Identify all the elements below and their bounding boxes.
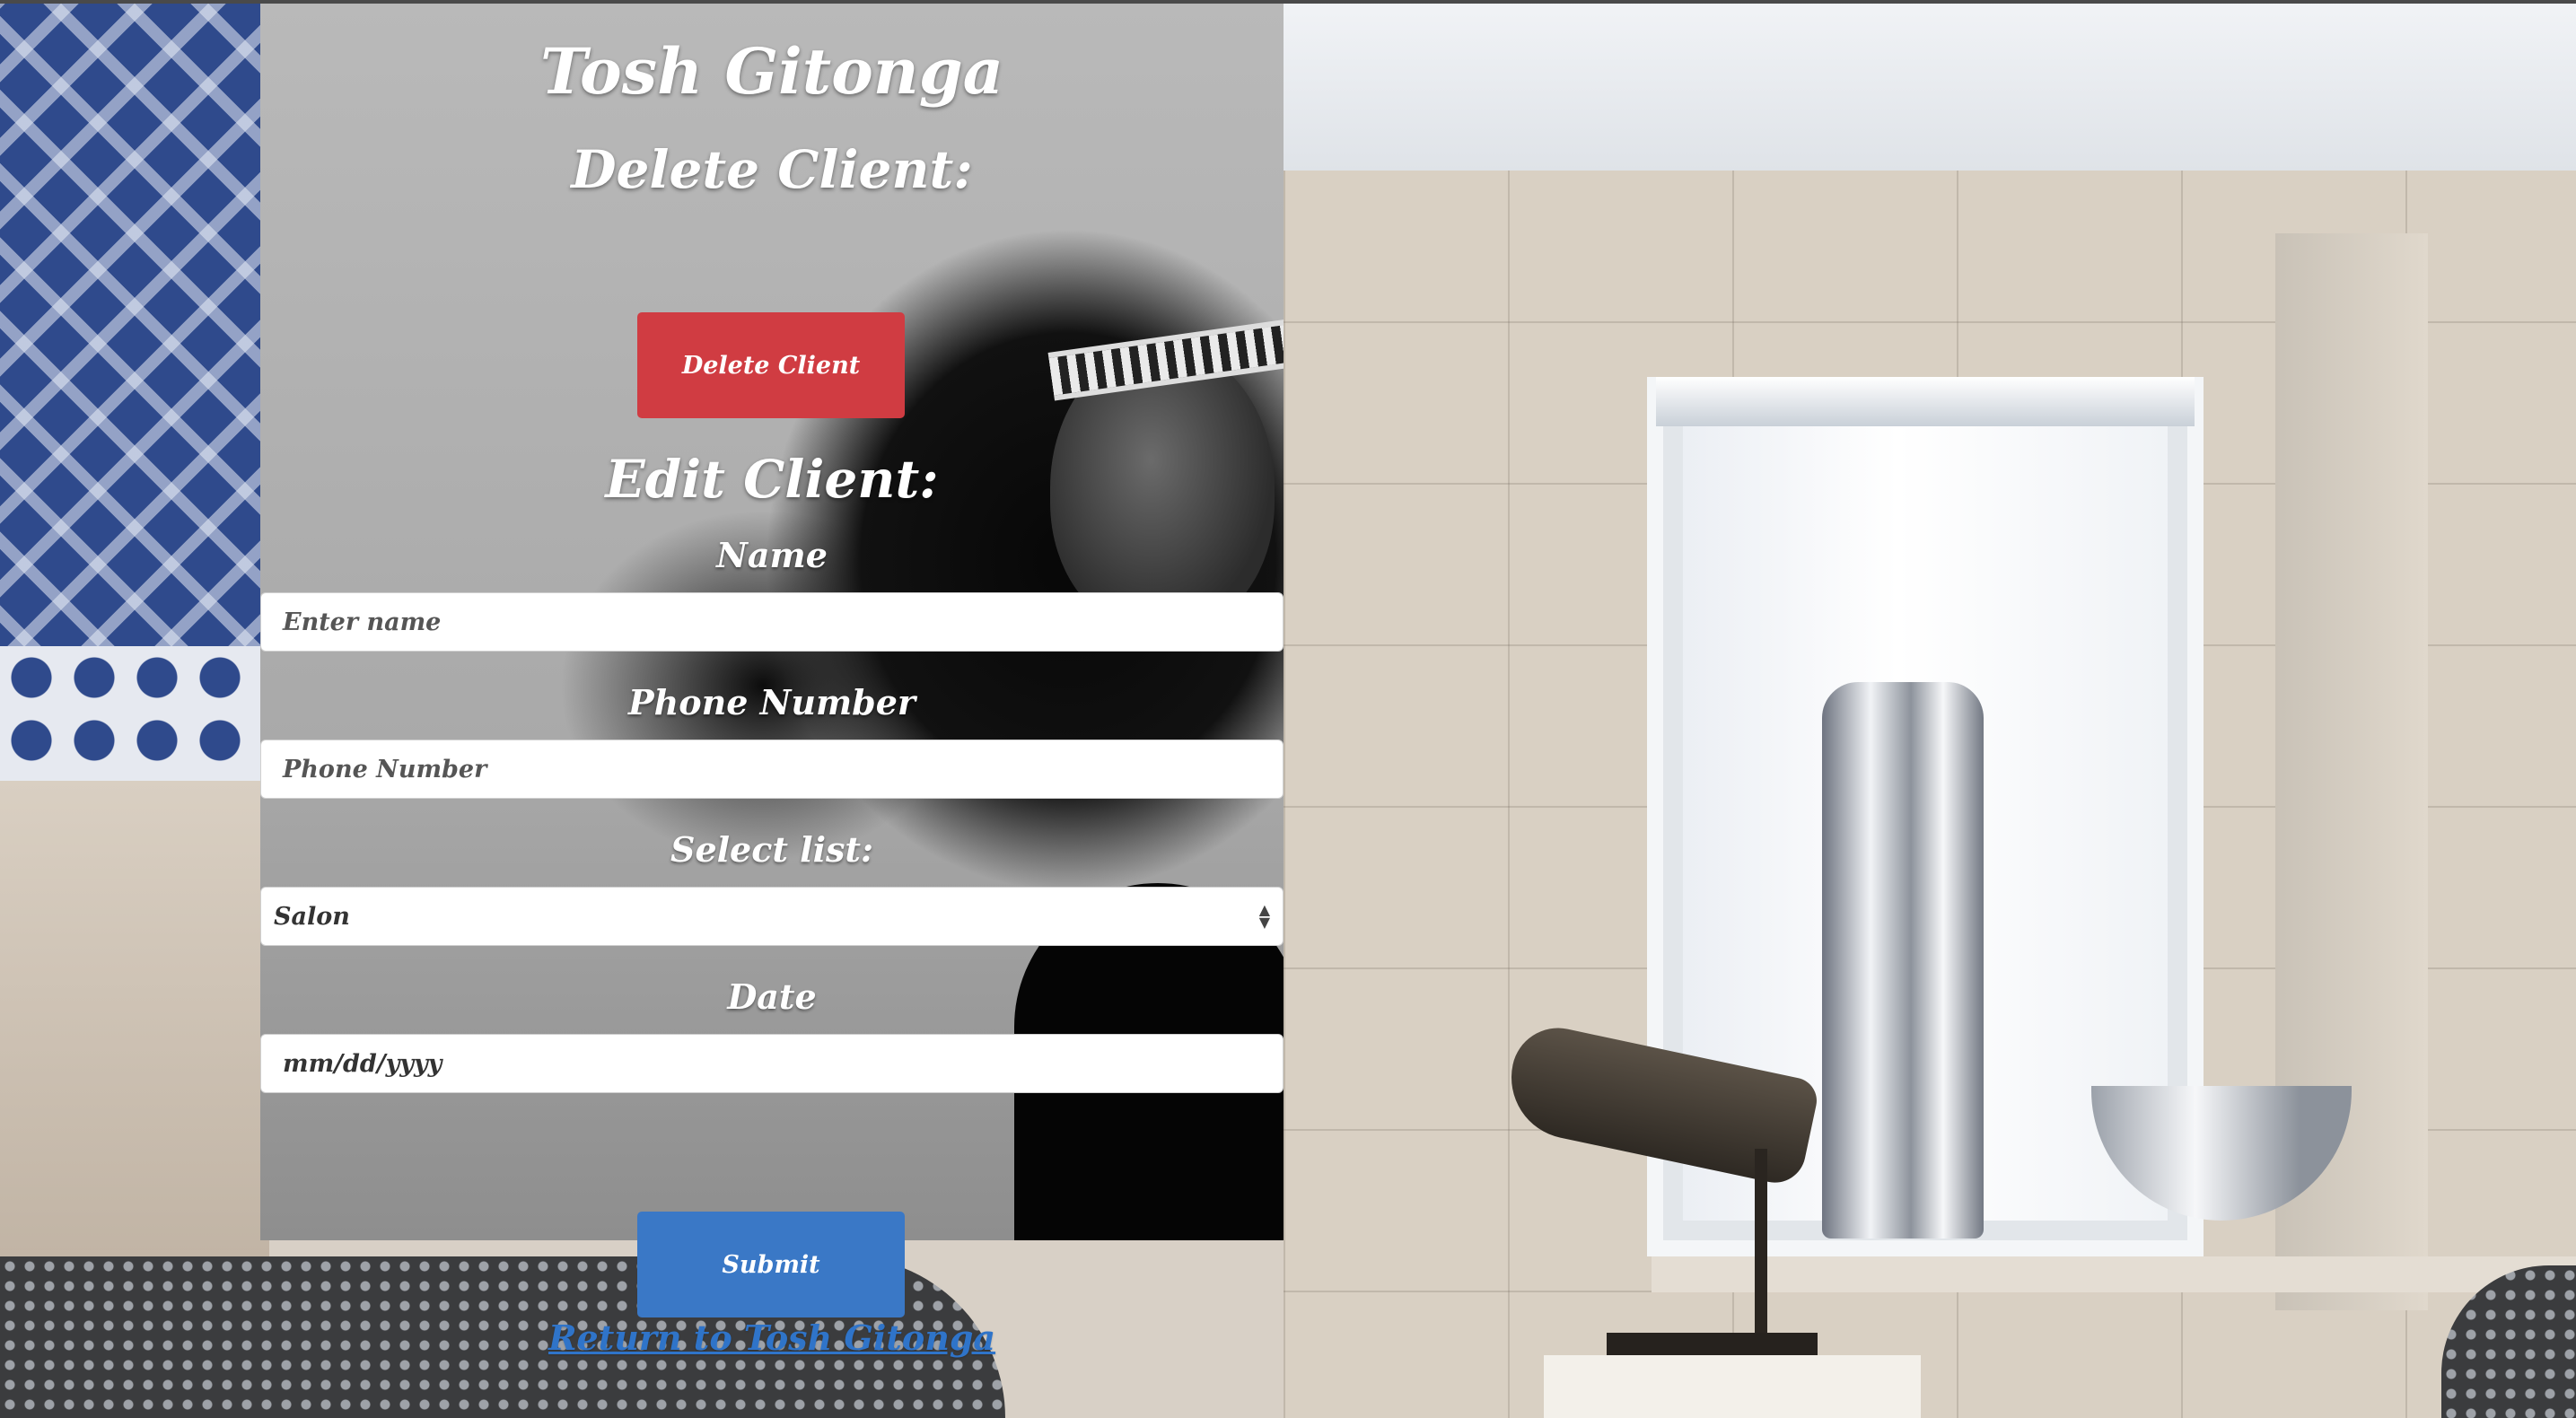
site-title: Tosh Gitonga <box>539 34 1003 109</box>
select-list-label: Select list: <box>670 829 873 870</box>
name-placeholder: Enter name <box>283 608 442 636</box>
page: Tosh Gitonga Delete Client: Delete Clien… <box>0 0 2576 1418</box>
list-select-value: Salon <box>274 902 350 931</box>
name-label: Name <box>716 535 828 575</box>
delete-client-heading: Delete Client: <box>571 139 973 200</box>
top-border <box>0 0 2576 4</box>
background-ledge <box>1652 1256 2576 1292</box>
list-select[interactable]: Salon ▲ ▼ <box>260 887 1284 946</box>
background-ceiling <box>1284 0 2576 171</box>
select-arrows-icon: ▲ ▼ <box>1258 901 1270 931</box>
background-pedestal <box>1544 1355 1921 1418</box>
name-input[interactable]: Enter name <box>260 592 1284 652</box>
date-placeholder: mm/dd/yyyy <box>283 1049 442 1078</box>
return-home-link[interactable]: Return to Tosh Gitonga <box>260 1317 1284 1358</box>
phone-number-input[interactable]: Phone Number <box>260 740 1284 799</box>
background-window-rail <box>1656 377 2195 426</box>
phone-number-label: Phone Number <box>628 682 916 722</box>
phone-number-placeholder: Phone Number <box>283 755 487 783</box>
delete-client-button[interactable]: Delete Client <box>637 312 905 418</box>
edit-client-heading: Edit Client: <box>605 449 939 510</box>
submit-button[interactable]: Submit <box>637 1212 905 1317</box>
background-tile-band <box>0 646 269 781</box>
date-label: Date <box>727 976 817 1017</box>
background-metal-canister <box>1822 682 1984 1239</box>
background-sculpture-stand <box>1755 1149 1767 1355</box>
date-input[interactable]: mm/dd/yyyy <box>260 1034 1284 1093</box>
